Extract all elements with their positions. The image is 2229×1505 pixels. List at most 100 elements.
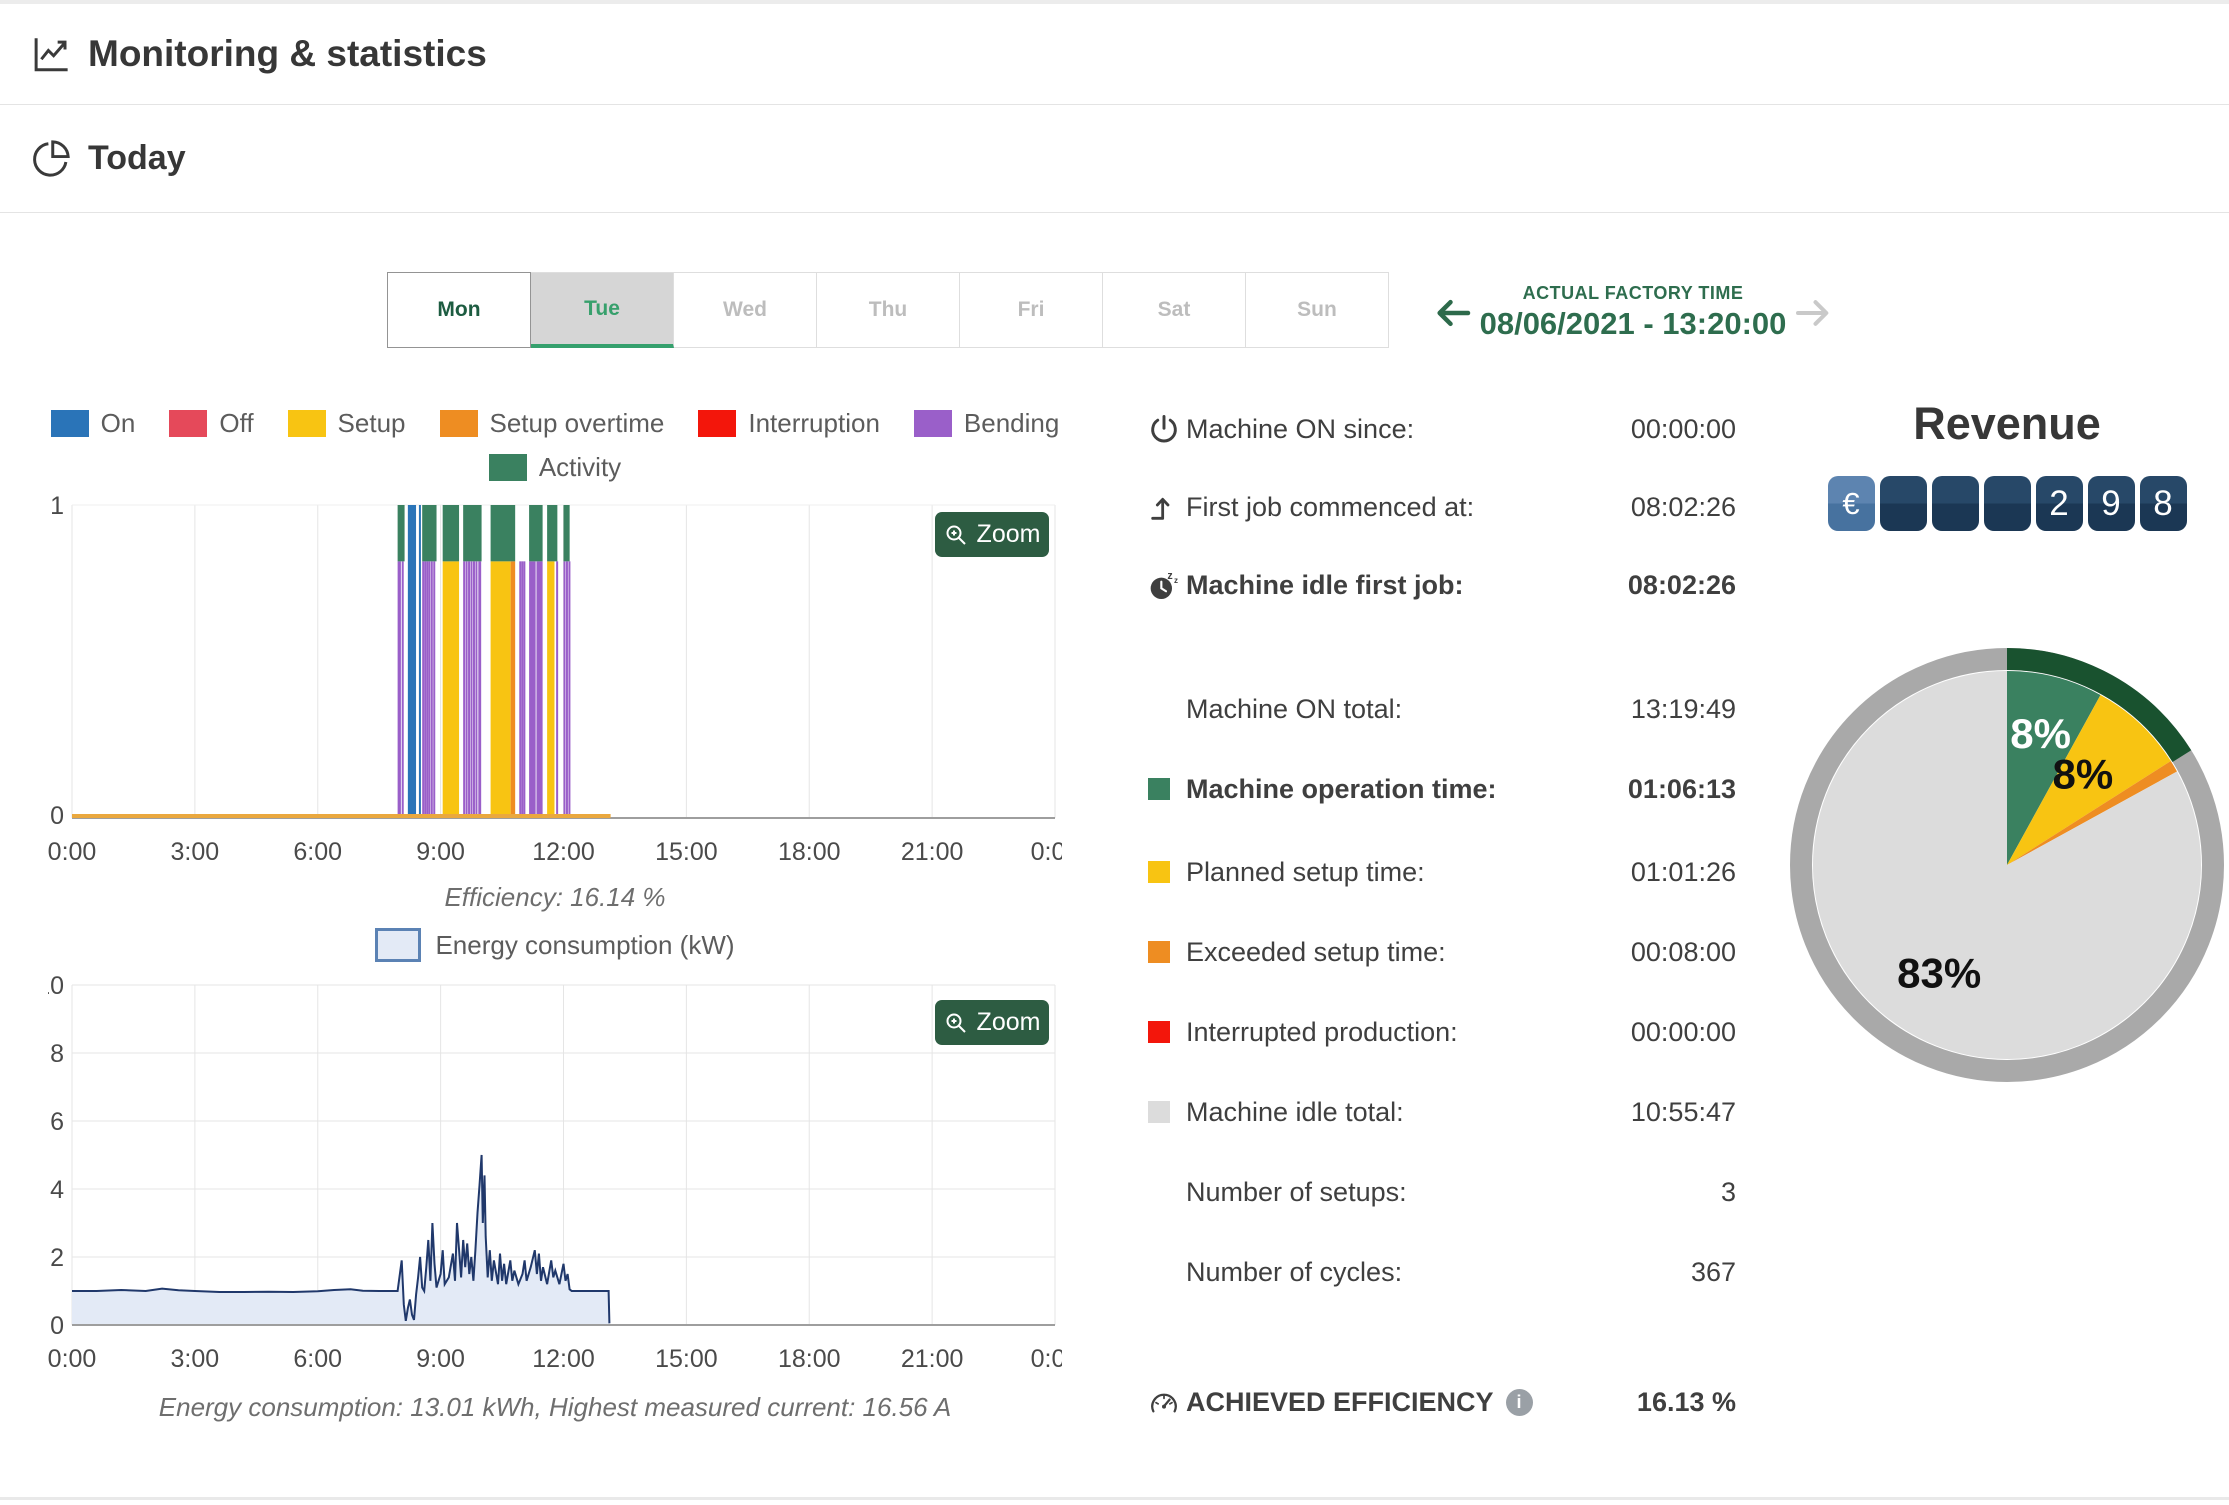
time-distribution-pie-chart: 8%8%83% xyxy=(1790,648,2224,1082)
legend-label: Off xyxy=(219,408,254,438)
tab-sun[interactable]: Sun xyxy=(1245,272,1389,348)
power-icon xyxy=(1148,412,1186,446)
stat-label: First job commenced at: xyxy=(1186,491,1475,522)
energy-legend-swatch xyxy=(375,928,422,962)
legend-item-on[interactable]: On xyxy=(50,408,136,439)
pie-chart-icon xyxy=(30,138,72,180)
legend-label: Interruption xyxy=(748,408,880,438)
energy-legend-label: Energy consumption (kW) xyxy=(435,929,735,960)
svg-text:3:00: 3:00 xyxy=(171,1345,220,1373)
stat-swatch-activity xyxy=(1148,778,1170,800)
svg-text:z: z xyxy=(1174,576,1178,585)
svg-text:15:00: 15:00 xyxy=(655,1345,718,1373)
svg-text:4: 4 xyxy=(50,1176,64,1204)
efficiency-caption: Efficiency: 16.14 % xyxy=(444,882,666,912)
stat-row: Number of setups: 3 xyxy=(1148,1171,1736,1213)
svg-text:12:00: 12:00 xyxy=(532,838,595,866)
legend-swatch-bending xyxy=(913,410,952,437)
stat-row: Machine ON since: 00:00:00 xyxy=(1148,408,1736,450)
tab-wed[interactable]: Wed xyxy=(673,272,817,348)
svg-text:10: 10 xyxy=(48,972,64,1000)
tab-sat[interactable]: Sat xyxy=(1102,272,1246,348)
legend-item-setup[interactable]: Setup xyxy=(287,408,406,439)
stat-label: Machine ON total: xyxy=(1186,693,1403,724)
revenue-digit-cell: 9 xyxy=(2087,476,2135,531)
tab-tue[interactable]: Tue xyxy=(530,272,674,348)
revenue-title: Revenue xyxy=(1913,398,2101,449)
timeline-zoom-button[interactable]: Zoom xyxy=(935,512,1049,557)
legend-swatch-setup xyxy=(287,410,326,437)
svg-text:21:00: 21:00 xyxy=(901,838,964,866)
legend-item-setup-overtime[interactable]: Setup overtime xyxy=(439,408,665,439)
stat-value: 01:06:13 xyxy=(1627,773,1736,804)
legend-item-interruption[interactable]: Interruption xyxy=(698,408,880,439)
stat-label: Planned setup time: xyxy=(1186,856,1425,887)
svg-text:8: 8 xyxy=(50,1040,64,1068)
factory-time-label: ACTUAL FACTORY TIME xyxy=(1522,283,1744,303)
weekday-tabs: Mon Tue Wed Thu Fri Sat Sun xyxy=(387,272,1389,348)
stat-value: 01:01:26 xyxy=(1630,856,1736,887)
stat-row: Machine ON total: 13:19:49 xyxy=(1148,688,1736,730)
energy-zoom-button[interactable]: Zoom xyxy=(935,1000,1049,1045)
timeline-zoom-label: Zoom xyxy=(976,520,1041,548)
stat-row: First job commenced at: 08:02:26 xyxy=(1148,486,1736,528)
legend-item-activity[interactable]: Activity xyxy=(488,452,621,483)
tab-mon[interactable]: Mon xyxy=(387,272,531,348)
line-chart-icon xyxy=(30,33,72,75)
svg-text:6: 6 xyxy=(50,1108,64,1136)
section-header: Today xyxy=(0,105,2229,213)
svg-text:0:00: 0:00 xyxy=(1031,838,1062,866)
stat-swatch-setup_overtime xyxy=(1148,941,1170,963)
svg-text:8%: 8% xyxy=(2052,751,2113,798)
stat-label: Machine ON since: xyxy=(1186,413,1415,444)
legend-label: On xyxy=(100,408,136,438)
stat-label: Number of cycles: xyxy=(1186,1256,1403,1287)
svg-text:9:00: 9:00 xyxy=(416,1345,465,1373)
machine-state-chart[interactable]: 1 0 0:00 3:00 6:00 9:00 12:00 15:00 18:00 21:00 0:… xyxy=(48,496,1062,878)
energy-consumption-chart[interactable]: 10 8 6 4 2 0 0:00 3:00 6:00 9:00 12:00 15:00 18:00 21… xyxy=(48,968,1062,1388)
legend-label: Setup overtime xyxy=(489,408,665,438)
svg-text:0: 0 xyxy=(50,802,64,830)
euro-symbol-cell: € xyxy=(1827,476,1875,531)
legend-label: Setup xyxy=(337,408,406,438)
svg-text:0:00: 0:00 xyxy=(1031,1345,1062,1373)
previous-day-arrow-icon[interactable] xyxy=(1433,293,1473,333)
energy-legend[interactable]: Energy consumption (kW) xyxy=(48,928,1062,962)
legend-swatch-activity xyxy=(488,454,527,481)
info-icon[interactable]: i xyxy=(1505,1388,1533,1416)
svg-text:83%: 83% xyxy=(1897,950,1981,997)
monitoring-dashboard: Monitoring & statistics Today Mon Tue Wed T… xyxy=(0,0,2229,1505)
factory-time-value: 08/06/2021 - 13:20:00 xyxy=(1479,306,1787,341)
stat-row: Planned setup time: 01:01:26 xyxy=(1148,851,1736,893)
revenue-blank-cell xyxy=(1931,476,1979,531)
stat-swatch-interruption xyxy=(1148,1021,1170,1043)
legend-item-bending[interactable]: Bending xyxy=(913,408,1060,439)
section-title: Today xyxy=(88,139,186,177)
bottom-divider xyxy=(0,1497,2229,1500)
stat-row: Interrupted production: 00:00:00 xyxy=(1148,1011,1736,1053)
svg-text:2: 2 xyxy=(50,1244,64,1272)
legend-swatch-off xyxy=(169,410,208,437)
achieved-efficiency-label: ACHIEVED EFFICIENCY xyxy=(1186,1386,1494,1417)
page-title: Monitoring & statistics xyxy=(88,33,487,74)
stat-label: Machine idle first job: xyxy=(1186,569,1464,600)
tab-thu[interactable]: Thu xyxy=(816,272,960,348)
next-day-arrow-icon[interactable] xyxy=(1793,293,1833,333)
tab-fri[interactable]: Fri xyxy=(959,272,1103,348)
stat-label: Exceeded setup time: xyxy=(1186,936,1446,967)
legend-item-off[interactable]: Off xyxy=(169,408,254,439)
stat-value: 08:02:26 xyxy=(1627,569,1736,600)
svg-text:18:00: 18:00 xyxy=(778,1345,841,1373)
gauge-icon xyxy=(1148,1385,1186,1419)
revenue-blank-cell xyxy=(1983,476,2031,531)
stat-value: 13:19:49 xyxy=(1630,693,1736,724)
svg-text:0:00: 0:00 xyxy=(48,838,96,866)
factory-time-nav: ACTUAL FACTORY TIME 08/06/2021 - 13:20:0… xyxy=(1433,283,1833,342)
legend-swatch-interruption xyxy=(698,410,737,437)
legend-label: Bending xyxy=(963,408,1060,438)
stat-label: Interrupted production: xyxy=(1186,1016,1458,1047)
achieved-efficiency: ACHIEVED EFFICIENCY i xyxy=(1186,1387,1533,1418)
idle-clock-icon: zz xyxy=(1148,568,1186,602)
stat-value: 367 xyxy=(1690,1256,1736,1287)
magnifier-plus-icon xyxy=(946,525,966,545)
